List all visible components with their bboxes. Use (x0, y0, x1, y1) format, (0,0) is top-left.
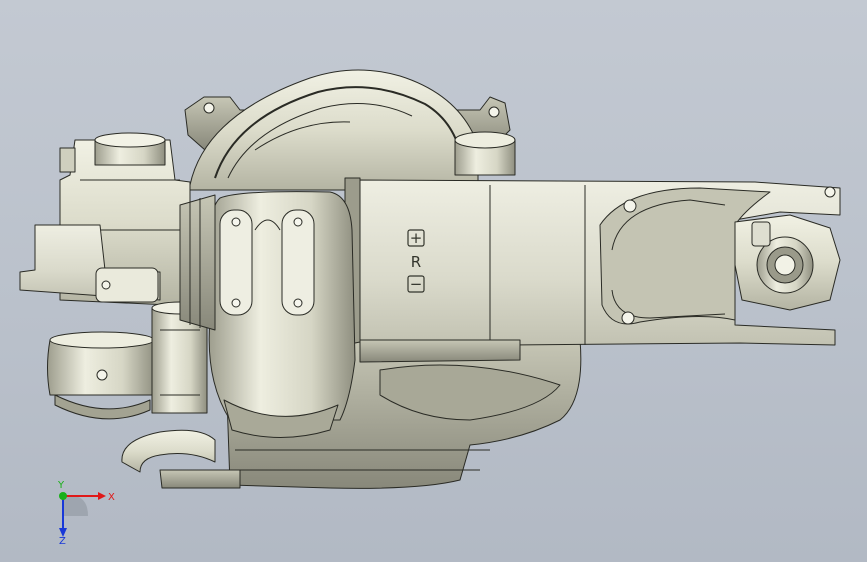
plus-symbol: + (410, 229, 423, 247)
y-axis-label: Y (57, 480, 65, 491)
front-gearbox-housing (208, 191, 356, 438)
minus-symbol: − (410, 275, 423, 293)
top-motor-cap (454, 131, 516, 176)
cable-hose (121, 429, 241, 489)
rotary-housing-dome (189, 69, 479, 191)
robot-assembly-model[interactable]: + R − (0, 0, 867, 562)
base-ring (47, 331, 156, 420)
x-axis-label: X (108, 492, 115, 503)
wrist-joint (734, 214, 841, 311)
z-axis-label: Z (59, 536, 66, 544)
y-axis-dot (59, 492, 67, 500)
mode-letter: R (411, 253, 421, 271)
orientation-triad: X Y Z (57, 480, 115, 544)
cad-viewport[interactable]: + R − X Y Z (0, 0, 867, 562)
flange-ring (179, 194, 216, 331)
